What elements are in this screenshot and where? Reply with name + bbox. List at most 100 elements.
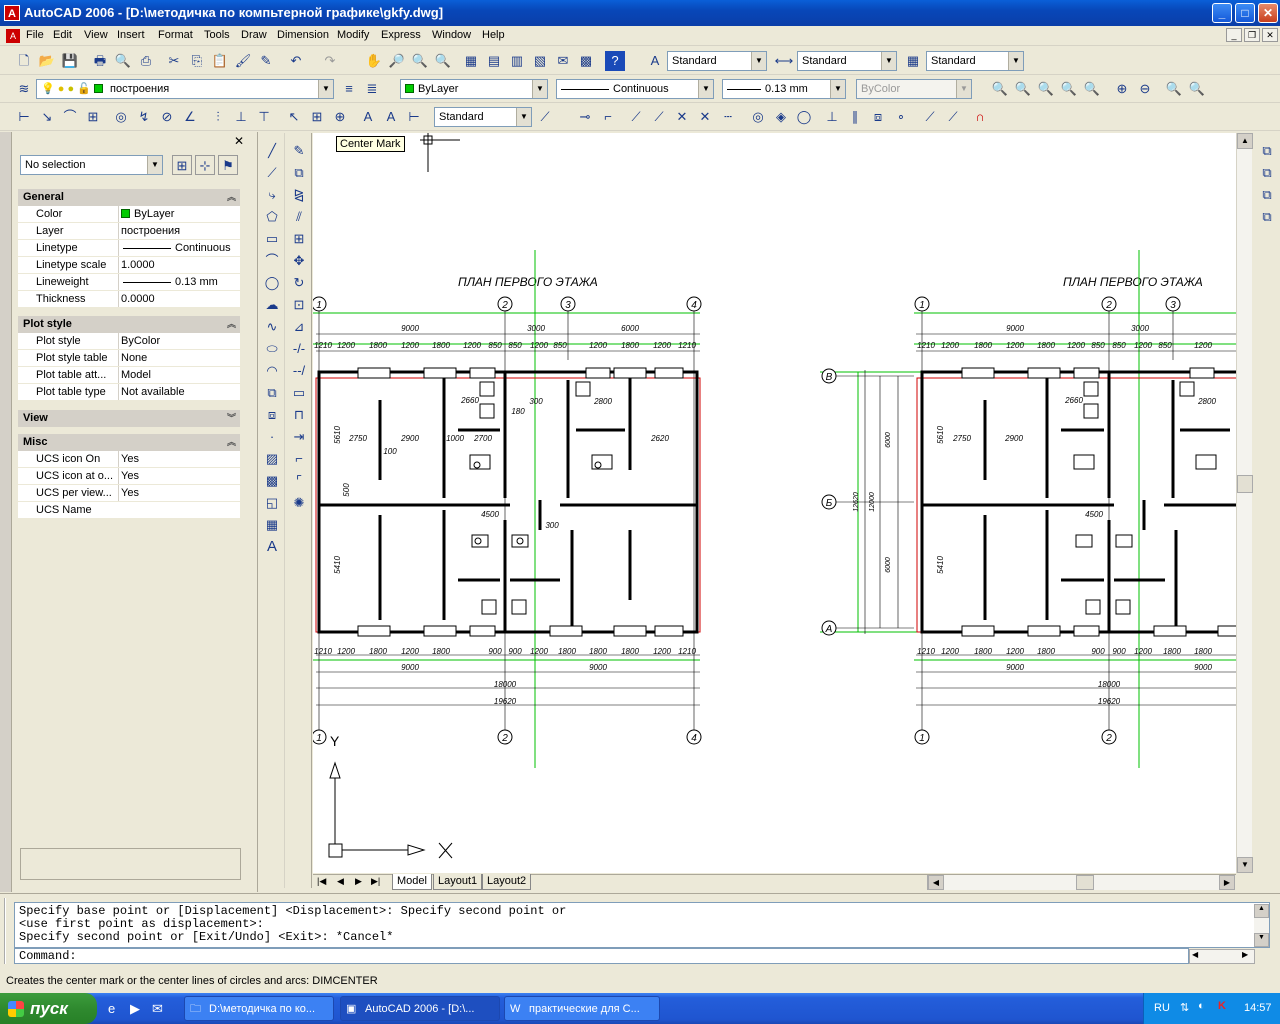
arc-length-icon[interactable]: ⌒ — [60, 107, 80, 127]
snap-intersection-icon[interactable]: ✕ — [672, 107, 692, 127]
break-at-point-icon[interactable]: ▭ — [289, 383, 309, 403]
scroll-left-icon[interactable]: ◀ — [1192, 950, 1198, 959]
osnap-settings-icon[interactable]: ∩ — [970, 107, 990, 127]
clock[interactable]: 14:57 — [1244, 1002, 1272, 1014]
dim-update-icon[interactable]: ⊢ — [404, 107, 424, 127]
linear-dim-icon[interactable]: ⊢ — [14, 107, 34, 127]
zoom-window-icon[interactable]: 🔍 — [990, 79, 1010, 99]
publish-icon[interactable]: ⎙ — [136, 51, 156, 71]
prop-row[interactable]: Layer построения — [18, 223, 240, 240]
minimize-button[interactable]: _ — [1212, 3, 1232, 23]
outlook-icon[interactable]: ✉ — [152, 1001, 163, 1017]
quick-leader-icon[interactable]: ↖ — [284, 107, 304, 127]
section-general[interactable]: General ︽ — [18, 189, 240, 206]
menu-view[interactable]: View — [84, 29, 108, 41]
prop-row[interactable]: Linetype Continuous — [18, 240, 240, 257]
menu-window[interactable]: Window — [432, 29, 471, 41]
linetype-combo[interactable]: Continuous ▼ — [556, 79, 714, 99]
snap-node-icon[interactable]: ∘ — [891, 107, 911, 127]
section-view[interactable]: View ︾ — [18, 410, 240, 427]
menu-help[interactable]: Help — [482, 29, 505, 41]
close-icon[interactable]: ✕ — [234, 134, 244, 148]
dim-edit-icon[interactable]: A — [358, 107, 378, 127]
dim-text-edit-icon[interactable]: A — [381, 107, 401, 127]
zoom-dynamic-icon[interactable]: 🔍 — [1013, 79, 1033, 99]
snap-quadrant-icon[interactable]: ◈ — [771, 107, 791, 127]
offset-icon[interactable]: ⫽ — [289, 207, 309, 227]
language-indicator[interactable]: RU — [1154, 1002, 1170, 1014]
vertical-scrollbar[interactable]: ▲ ▼ — [1236, 133, 1253, 873]
rotate-icon[interactable]: ↻ — [289, 273, 309, 293]
menu-insert[interactable]: Insert — [117, 29, 145, 41]
prop-row[interactable]: UCS icon at o... Yes — [18, 468, 240, 485]
send-to-back-icon[interactable]: ⧉ — [1257, 163, 1277, 183]
angular-dim-icon[interactable]: ∠ — [180, 107, 200, 127]
toggle-pickadd-icon[interactable]: ⊞ — [172, 155, 192, 175]
history-scrollbar[interactable]: ▲ ▼ — [1254, 904, 1269, 947]
horizontal-scrollbar[interactable]: ◀ ▶ — [927, 875, 1235, 890]
command-input[interactable]: Command: — [14, 948, 1189, 964]
design-center-icon[interactable]: ▤ — [484, 51, 504, 71]
polygon-icon[interactable]: ⬠ — [262, 207, 282, 227]
menu-modify[interactable]: Modify — [337, 29, 369, 41]
trim-icon[interactable]: -/- — [289, 339, 309, 359]
zoom-extents-icon[interactable]: 🔍 — [1187, 79, 1207, 99]
task-explorer[interactable]: 🗀 D:\методичка по ко... — [184, 996, 334, 1021]
line-icon[interactable]: ╱ — [262, 141, 282, 161]
fillet-icon[interactable]: ⌜ — [289, 471, 309, 491]
make-object-layer-current-icon[interactable]: ≡ — [339, 79, 359, 99]
cut-icon[interactable]: ✂ — [164, 51, 184, 71]
zoom-window-icon[interactable]: 🔍 — [410, 51, 430, 71]
zoom-all-icon[interactable]: 🔍 — [1164, 79, 1184, 99]
mtext-icon[interactable]: A — [262, 537, 282, 557]
diameter-dim-icon[interactable]: ⊘ — [157, 107, 177, 127]
break-icon[interactable]: ⊓ — [289, 405, 309, 425]
calculator-icon[interactable]: ▩ — [576, 51, 596, 71]
menu-dimension[interactable]: Dimension — [277, 29, 329, 41]
point-icon[interactable]: · — [262, 427, 282, 447]
baseline-dim-icon[interactable]: ⊥ — [231, 107, 251, 127]
layer-manager-icon[interactable]: ≋ — [14, 79, 34, 99]
first-tab-icon[interactable]: |◀ — [317, 876, 326, 887]
prop-row[interactable]: Plot table att... Model — [18, 367, 240, 384]
array-icon[interactable]: ⊞ — [289, 229, 309, 249]
zoom-realtime-icon[interactable]: 🔎 — [387, 51, 407, 71]
media-player-icon[interactable]: ▶ — [130, 1001, 140, 1017]
jogged-dim-icon[interactable]: ↯ — [134, 107, 154, 127]
close-button[interactable]: ✕ — [1258, 3, 1278, 23]
prop-row[interactable]: Color ByLayer — [18, 206, 240, 223]
menu-format[interactable]: Format — [158, 29, 193, 41]
spline-icon[interactable]: ∿ — [262, 317, 282, 337]
snap-perpendicular-icon[interactable]: ⊥ — [822, 107, 842, 127]
stretch-icon[interactable]: ⊿ — [289, 317, 309, 337]
table-style-icon[interactable]: ▦ — [903, 51, 923, 71]
open-icon[interactable]: 📂 — [37, 51, 57, 71]
text-style-combo[interactable]: Standard ▼ — [667, 51, 767, 71]
quick-select-icon[interactable]: ⚑ — [218, 155, 238, 175]
start-button[interactable]: пуск — [0, 993, 97, 1024]
menu-tools[interactable]: Tools — [204, 29, 230, 41]
snap-none-icon[interactable]: ⟋ — [943, 107, 963, 127]
snap-center-icon[interactable]: ◎ — [748, 107, 768, 127]
prop-row[interactable]: Linetype scale 1.0000 — [18, 257, 240, 274]
prop-row[interactable]: UCS Name — [18, 502, 240, 519]
drawing-area[interactable]: ПЛАН ПЕРВОГО ЭТАЖА 1 2 3 4 1 2 4 9000 30… — [313, 133, 1236, 873]
menu-file[interactable]: File — [26, 29, 44, 41]
scroll-down-icon[interactable]: ▼ — [1254, 933, 1269, 947]
aligned-dim-icon[interactable]: ↘ — [37, 107, 57, 127]
tab-layout1[interactable]: Layout1 — [433, 874, 483, 890]
prop-row[interactable]: UCS icon On Yes — [18, 451, 240, 468]
paste-icon[interactable]: 📋 — [210, 51, 230, 71]
join-icon[interactable]: ⇥ — [289, 427, 309, 447]
ordinate-dim-icon[interactable]: ⊞ — [83, 107, 103, 127]
tab-model[interactable]: Model — [392, 874, 432, 890]
color-combo[interactable]: ByLayer ▼ — [400, 79, 548, 99]
quick-dim-icon[interactable]: ⫶ — [208, 107, 228, 127]
table-icon[interactable]: ▦ — [262, 515, 282, 535]
zoom-in-icon[interactable]: ⊕ — [1112, 79, 1132, 99]
copy-object-icon[interactable]: ⧉ — [289, 163, 309, 183]
snap-tangent-icon[interactable]: ◯ — [794, 107, 814, 127]
table-style-combo[interactable]: Standard ▼ — [926, 51, 1024, 71]
ellipse-icon[interactable]: ⬭ — [262, 339, 282, 359]
command-hscroll[interactable]: ◀ ▶ — [1189, 949, 1255, 964]
